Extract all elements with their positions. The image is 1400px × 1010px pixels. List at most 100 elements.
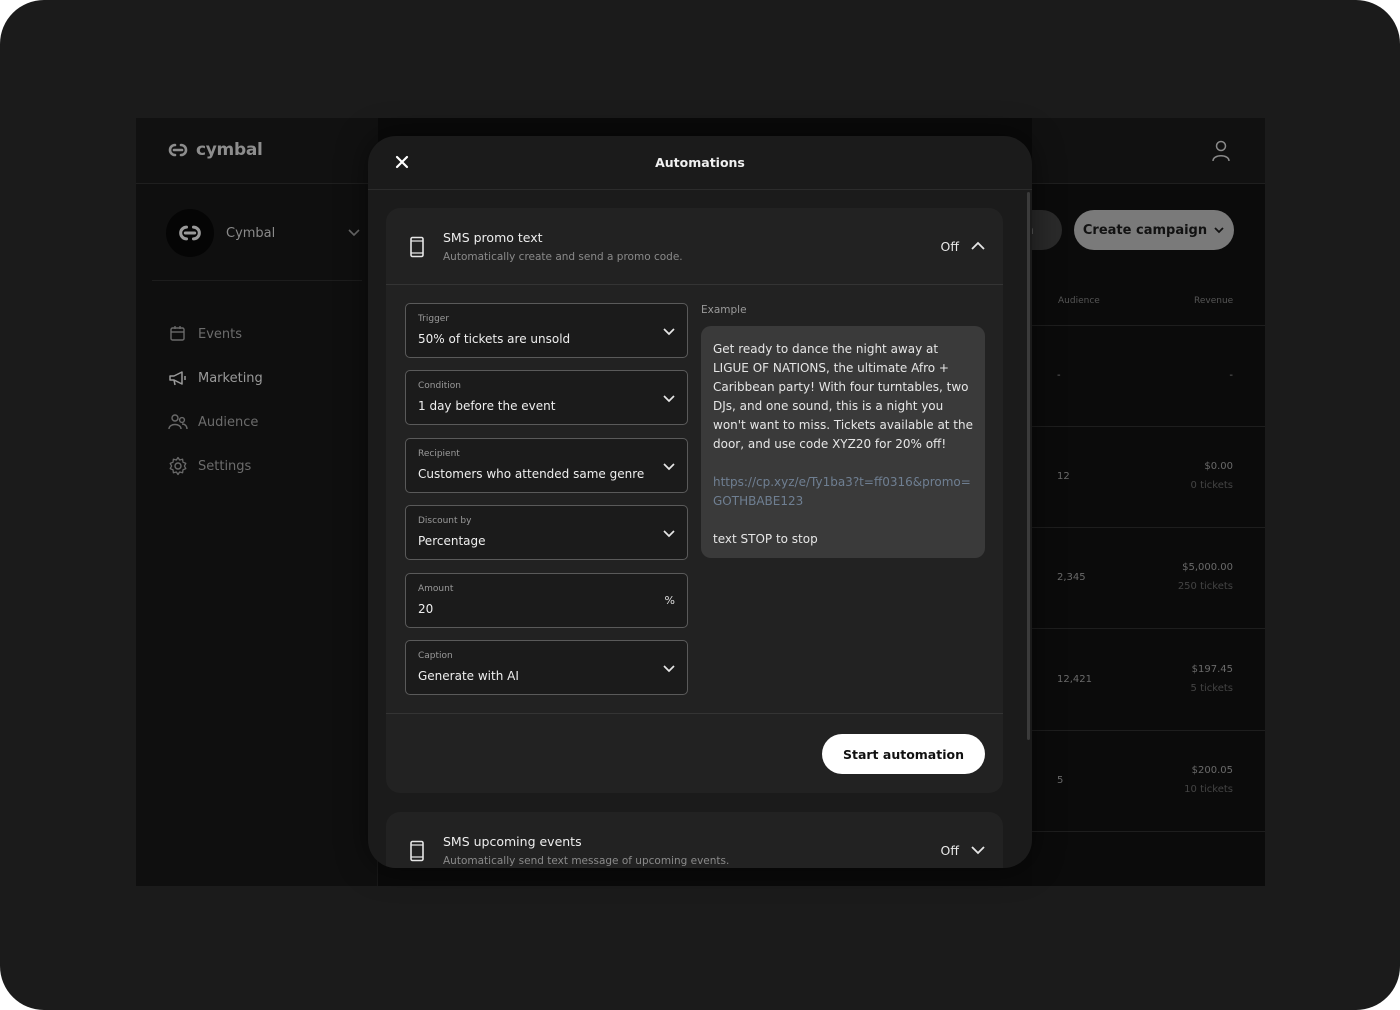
sidebar-item-marketing[interactable]: Marketing	[168, 356, 263, 400]
sidebar-item-label: Settings	[198, 458, 252, 474]
field-label: Discount by	[418, 516, 472, 526]
ticket-count: 0 tickets	[1190, 480, 1233, 491]
account-name: Cymbal	[226, 225, 276, 241]
status-label: Off	[940, 843, 959, 858]
example-stop-text: text STOP to stop	[713, 532, 818, 546]
ticket-count: 250 tickets	[1177, 581, 1233, 592]
sidebar-item-settings[interactable]: Settings	[168, 444, 263, 488]
sidebar-item-events[interactable]: Events	[168, 312, 263, 356]
example-label: Example	[701, 304, 747, 316]
phone-icon	[410, 840, 424, 862]
status-label: Off	[940, 239, 959, 254]
example-message-box: Get ready to dance the night away at LIG…	[701, 326, 985, 558]
table-cell-audience: 12	[1057, 471, 1070, 482]
calendar-icon	[170, 326, 185, 341]
revenue-amount: $5,000.00	[1182, 562, 1233, 573]
sidebar-item-label: Marketing	[198, 370, 263, 386]
field-label: Amount	[418, 584, 454, 594]
automation-card-sms-upcoming: SMS upcoming events Automatically send t…	[386, 812, 1003, 868]
field-value: Percentage	[418, 534, 486, 548]
sidebar-item-label: Audience	[198, 414, 259, 430]
row-divider	[1032, 831, 1265, 832]
people-icon	[168, 414, 188, 430]
chevron-down-icon	[663, 665, 675, 673]
row-divider	[1032, 628, 1265, 629]
discount-by-select[interactable]: Discount by Percentage	[405, 505, 688, 560]
ticket-count: 5 tickets	[1190, 683, 1233, 694]
table-cell-revenue: -	[1229, 370, 1233, 381]
automation-card-sms-promo: SMS promo text Automatically create and …	[386, 208, 1003, 793]
caption-select[interactable]: Caption Generate with AI	[405, 640, 688, 695]
field-value: 1 day before the event	[418, 399, 556, 413]
chevron-down-icon	[663, 395, 675, 403]
start-automation-label: Start automation	[842, 746, 964, 762]
chevron-down-icon[interactable]	[969, 842, 987, 858]
revenue-amount: $0.00	[1204, 461, 1233, 472]
sidebar-item-audience[interactable]: Audience	[168, 400, 263, 444]
table-cell-revenue: $200.05 10 tickets	[1184, 765, 1233, 795]
revenue-amount: $200.05	[1191, 765, 1233, 776]
table-cell-audience: 5	[1057, 775, 1064, 786]
condition-select[interactable]: Condition 1 day before the event	[405, 370, 688, 425]
field-value: 20	[418, 602, 434, 616]
field-value: Customers who attended same genre	[418, 467, 645, 481]
column-header-audience[interactable]: Audience	[1058, 296, 1100, 306]
chevron-down-icon[interactable]	[346, 224, 362, 240]
create-campaign-button[interactable]: Create campaign	[1074, 210, 1234, 250]
chevron-down-icon	[1214, 227, 1224, 234]
brand-logo[interactable]: cymbal	[166, 140, 263, 160]
card-header[interactable]: SMS promo text Automatically create and …	[386, 208, 1003, 284]
card-title: SMS upcoming events	[443, 834, 582, 849]
table-cell-audience: -	[1057, 370, 1061, 381]
divider	[386, 284, 1003, 285]
field-label: Condition	[418, 381, 461, 391]
table-cell-audience: 2,345	[1057, 572, 1086, 583]
table-cell-revenue: $197.45 5 tickets	[1191, 664, 1233, 694]
account-avatar	[166, 209, 214, 257]
field-label: Trigger	[418, 314, 450, 324]
cymbal-logo-icon	[168, 143, 188, 157]
brand-name: cymbal	[196, 140, 263, 160]
percent-suffix: %	[664, 594, 675, 607]
user-profile-icon[interactable]	[1211, 140, 1231, 162]
gear-icon	[169, 456, 187, 476]
account-switcher[interactable]: Cymbal	[166, 208, 362, 258]
cymbal-logo-icon	[179, 225, 201, 241]
modal-header: Automations	[368, 136, 1032, 190]
revenue-amount: $197.45	[1191, 664, 1233, 675]
device-frame: cymbal Cymbal Events Marketing Audience …	[0, 0, 1400, 1010]
row-divider	[1032, 527, 1265, 528]
row-divider	[1032, 730, 1265, 731]
sidebar-item-label: Events	[198, 326, 243, 342]
scrollbar[interactable]	[1027, 192, 1030, 740]
table-cell-revenue: $5,000.00 250 tickets	[1178, 562, 1233, 592]
chevron-up-icon[interactable]	[969, 238, 987, 254]
field-value: 50% of tickets are unsold	[418, 332, 571, 346]
amount-input[interactable]: Amount 20 %	[405, 573, 688, 628]
example-promo-link[interactable]: https://cp.xyz/e/Ty1ba3?t=ff0316&promo=G…	[713, 473, 973, 511]
megaphone-icon	[169, 371, 186, 386]
sidebar-nav: Events Marketing Audience Settings	[168, 312, 263, 488]
row-divider	[1032, 426, 1265, 427]
start-automation-button[interactable]: Start automation	[822, 734, 985, 774]
divider	[152, 280, 362, 281]
column-header-revenue[interactable]: Revenue	[1194, 296, 1233, 306]
automations-modal: Automations SMS promo text Automatically…	[368, 136, 1032, 868]
card-header[interactable]: SMS upcoming events Automatically send t…	[386, 812, 1003, 868]
divider	[386, 713, 1003, 714]
recipient-select[interactable]: Recipient Customers who attended same ge…	[405, 438, 688, 493]
table-cell-audience: 12,421	[1057, 674, 1092, 685]
table-cell-revenue: $0.00 0 tickets	[1191, 461, 1233, 491]
create-campaign-label: Create campaign	[1082, 222, 1208, 238]
example-message-text: Get ready to dance the night away at LIG…	[713, 342, 974, 451]
field-label: Recipient	[418, 449, 460, 459]
card-subtitle: Automatically create and send a promo co…	[443, 251, 683, 263]
phone-icon	[410, 236, 424, 258]
ticket-count: 10 tickets	[1184, 784, 1233, 795]
sidebar: Cymbal Events Marketing Audience Setting…	[136, 184, 378, 886]
chevron-down-icon	[663, 530, 675, 538]
row-divider	[1032, 325, 1265, 326]
chevron-down-icon	[663, 463, 675, 471]
trigger-select[interactable]: Trigger 50% of tickets are unsold	[405, 303, 688, 358]
card-subtitle: Automatically send text message of upcom…	[443, 855, 730, 867]
